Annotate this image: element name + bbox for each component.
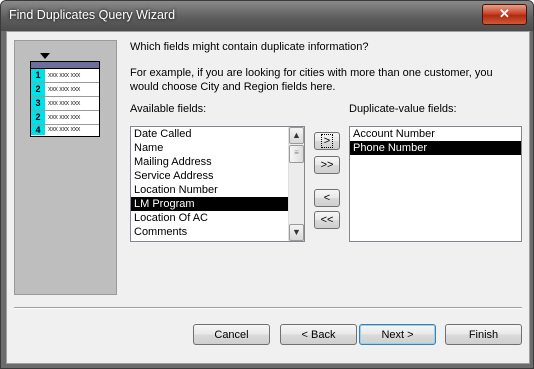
list-item[interactable]: Account Number <box>350 127 521 141</box>
scroll-thumb[interactable]: ≡ <box>289 145 304 163</box>
illustration-row: 2 xxx xxx xxx <box>31 83 99 97</box>
next-button[interactable]: Next > <box>359 324 436 345</box>
list-item[interactable]: Mailing Address <box>131 155 304 169</box>
cancel-button[interactable]: Cancel <box>193 324 270 345</box>
wizard-example-line2: would choose City and Region fields here… <box>130 81 336 93</box>
list-item[interactable]: Name <box>131 141 304 155</box>
list-item[interactable]: Location Number <box>131 183 304 197</box>
scroll-up-button[interactable]: ▲ <box>289 127 304 144</box>
available-fields-list[interactable]: Date Called Name Mailing Address Service… <box>130 126 305 242</box>
back-button[interactable]: < Back <box>280 324 357 345</box>
list-item[interactable]: Date Called <box>131 127 304 141</box>
remove-all-fields-button[interactable]: << <box>314 211 340 229</box>
wizard-question: Which fields might contain duplicate inf… <box>130 41 369 53</box>
remove-field-button[interactable]: < <box>314 189 340 207</box>
illustration-row: 4 xxx xxx xxx <box>31 125 99 135</box>
list-item[interactable]: Comments <box>131 225 304 239</box>
add-field-button[interactable]: > <box>314 132 340 150</box>
list-item[interactable]: Location Of AC <box>131 211 304 225</box>
illustration-row: 3 xxx xxx xxx <box>31 97 99 111</box>
available-fields-label: Available fields: <box>130 103 207 115</box>
illustration-row: 2 xxx xxx xxx <box>31 111 99 125</box>
duplicate-fields-list[interactable]: Account Number Phone Number <box>349 126 522 242</box>
grip-icon: ≡ <box>294 148 299 157</box>
window-title: Find Duplicates Query Wizard <box>9 8 176 22</box>
available-fields-scrollbar[interactable]: ▲ ≡ ▼ <box>288 127 304 241</box>
scroll-down-icon: ▼ <box>292 227 301 237</box>
finish-button[interactable]: Finish <box>445 324 522 345</box>
close-button[interactable]: ✕ <box>482 4 527 25</box>
close-icon: ✕ <box>499 6 510 21</box>
scroll-up-icon: ▲ <box>292 130 301 140</box>
duplicate-fields-label: Duplicate-value fields: <box>349 103 457 115</box>
add-all-fields-button[interactable]: >> <box>314 156 340 174</box>
title-bar[interactable]: Find Duplicates Query Wizard ✕ <box>1 1 533 31</box>
wizard-example-line1: For example, if you are looking for citi… <box>130 67 493 79</box>
scroll-down-button[interactable]: ▼ <box>289 224 304 241</box>
wizard-illustration: 1 xxx xxx xxx 2 xxx xxx xxx 3 xxx xxx xx… <box>14 40 117 295</box>
datasheet-icon: 1 xxx xxx xxx 2 xxx xxx xxx 3 xxx xxx xx… <box>30 61 100 137</box>
wizard-body: 1 xxx xxx xxx 2 xxx xxx xxx 3 xxx xxx xx… <box>6 31 530 364</box>
column-marker-icon <box>40 53 50 59</box>
illustration-row: 1 xxx xxx xxx <box>31 69 99 83</box>
list-item[interactable]: LM Program <box>131 197 288 211</box>
wizard-window: Find Duplicates Query Wizard ✕ 1 xxx xxx… <box>0 0 534 369</box>
list-item[interactable]: Phone Number <box>350 141 521 155</box>
footer-divider <box>14 307 522 309</box>
list-item[interactable]: Service Address <box>131 169 304 183</box>
